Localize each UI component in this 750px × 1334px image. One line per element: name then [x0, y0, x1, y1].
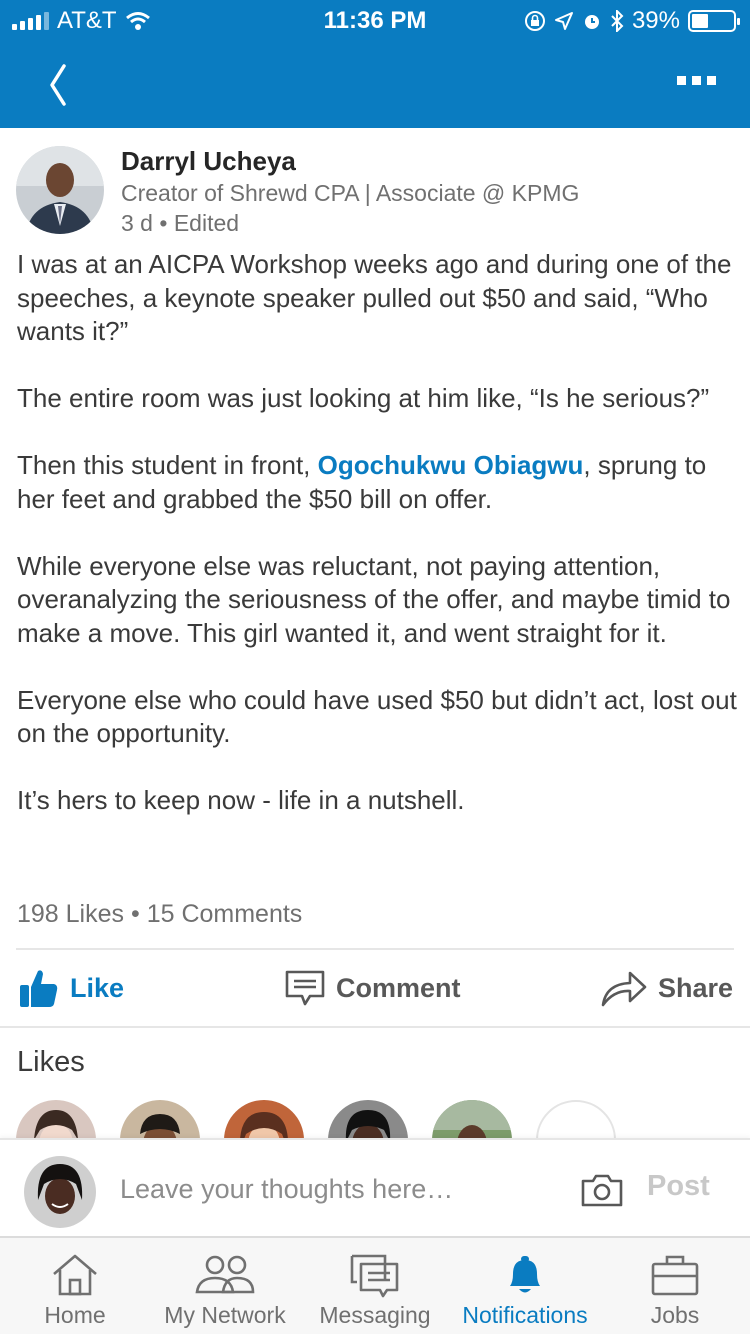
post-meta: 3 d • Edited — [121, 210, 239, 237]
battery-percent: 39% — [631, 7, 680, 34]
share-button[interactable]: Share — [600, 960, 733, 1016]
battery-level-fill — [692, 14, 708, 28]
tab-label: Notifications — [462, 1302, 588, 1328]
tab-label: Home — [44, 1302, 106, 1328]
bullet-separator: • — [130, 900, 147, 928]
network-people-icon — [195, 1255, 255, 1294]
author-avatar[interactable] — [16, 146, 104, 234]
tab-jobs[interactable]: Jobs — [600, 1238, 750, 1334]
camera-icon[interactable] — [580, 1172, 624, 1208]
chevron-left-icon[interactable] — [40, 60, 80, 110]
mention-link[interactable]: Ogochukwu Obiagwu — [318, 450, 584, 480]
divider — [0, 1026, 750, 1028]
post-paragraph: While everyone else was reluctant, not p… — [17, 550, 731, 648]
share-label: Share — [658, 972, 734, 1003]
home-icon — [53, 1254, 97, 1296]
comment-label: Comment — [336, 972, 461, 1003]
post-paragraph: The entire room was just looking at him … — [17, 383, 710, 413]
like-label: Like — [70, 972, 125, 1003]
alarm-icon — [584, 15, 599, 29]
post-button[interactable]: Post — [647, 1170, 710, 1203]
tab-label: Jobs — [650, 1302, 700, 1328]
tab-notifications[interactable]: Notifications — [450, 1238, 600, 1334]
bottom-tab-bar: Home My Network Messaging Notifications — [0, 1236, 750, 1334]
likes-title: Likes — [17, 1046, 85, 1078]
tab-label: My Network — [164, 1302, 286, 1328]
briefcase-icon — [651, 1255, 699, 1296]
location-icon — [554, 12, 573, 30]
social-counts: 198 Likes • 15 Comments — [17, 900, 302, 929]
post-body: I was at an AICPA Workshop weeks ago and… — [17, 248, 737, 851]
tab-home[interactable]: Home — [0, 1238, 150, 1334]
tab-messaging[interactable]: Messaging — [300, 1238, 450, 1334]
divider — [16, 948, 734, 950]
comment-button[interactable]: Comment — [284, 960, 461, 1016]
top-bar: AT&T 11:36 PM 39% — [0, 0, 750, 128]
bell-icon — [510, 1256, 540, 1293]
edited-label: Edited — [173, 210, 240, 236]
bluetooth-icon — [611, 10, 624, 32]
bullet-separator: • — [159, 210, 174, 236]
more-dots-icon[interactable] — [677, 76, 716, 85]
thumbs-up-icon — [20, 970, 58, 1007]
tab-my-network[interactable]: My Network — [150, 1238, 300, 1334]
like-button[interactable]: Like — [18, 960, 124, 1016]
comment-icon — [285, 970, 325, 1006]
orientation-lock-icon — [524, 11, 545, 31]
share-arrow-icon — [601, 971, 647, 1007]
comment-input[interactable] — [120, 1164, 540, 1214]
battery-icon — [688, 10, 740, 32]
comment-composer: Post — [0, 1138, 750, 1236]
likes-count[interactable]: 198 Likes — [17, 900, 124, 928]
status-bar: AT&T 11:36 PM 39% — [0, 0, 750, 40]
author-headline: Creator of Shrewd CPA | Associate @ KPMG — [121, 180, 580, 206]
post-paragraph: Then this student in front, Ogochukwu Ob… — [17, 449, 737, 516]
post-paragraph: Everyone else who could have used $50 bu… — [17, 684, 737, 749]
post-paragraph: It’s hers to keep now - life in a nutshe… — [17, 785, 465, 815]
comments-count[interactable]: 15 Comments — [147, 900, 303, 928]
user-avatar — [24, 1156, 96, 1228]
author-name[interactable]: Darryl Ucheya — [121, 146, 296, 177]
post-paragraph: I was at an AICPA Workshop weeks ago and… — [17, 249, 732, 346]
paragraph-text: Then this student in front, — [17, 450, 318, 480]
status-right: 39% — [524, 7, 740, 35]
messaging-icon — [350, 1254, 399, 1298]
post-time: 3 d — [121, 210, 153, 236]
tab-label: Messaging — [319, 1302, 431, 1328]
